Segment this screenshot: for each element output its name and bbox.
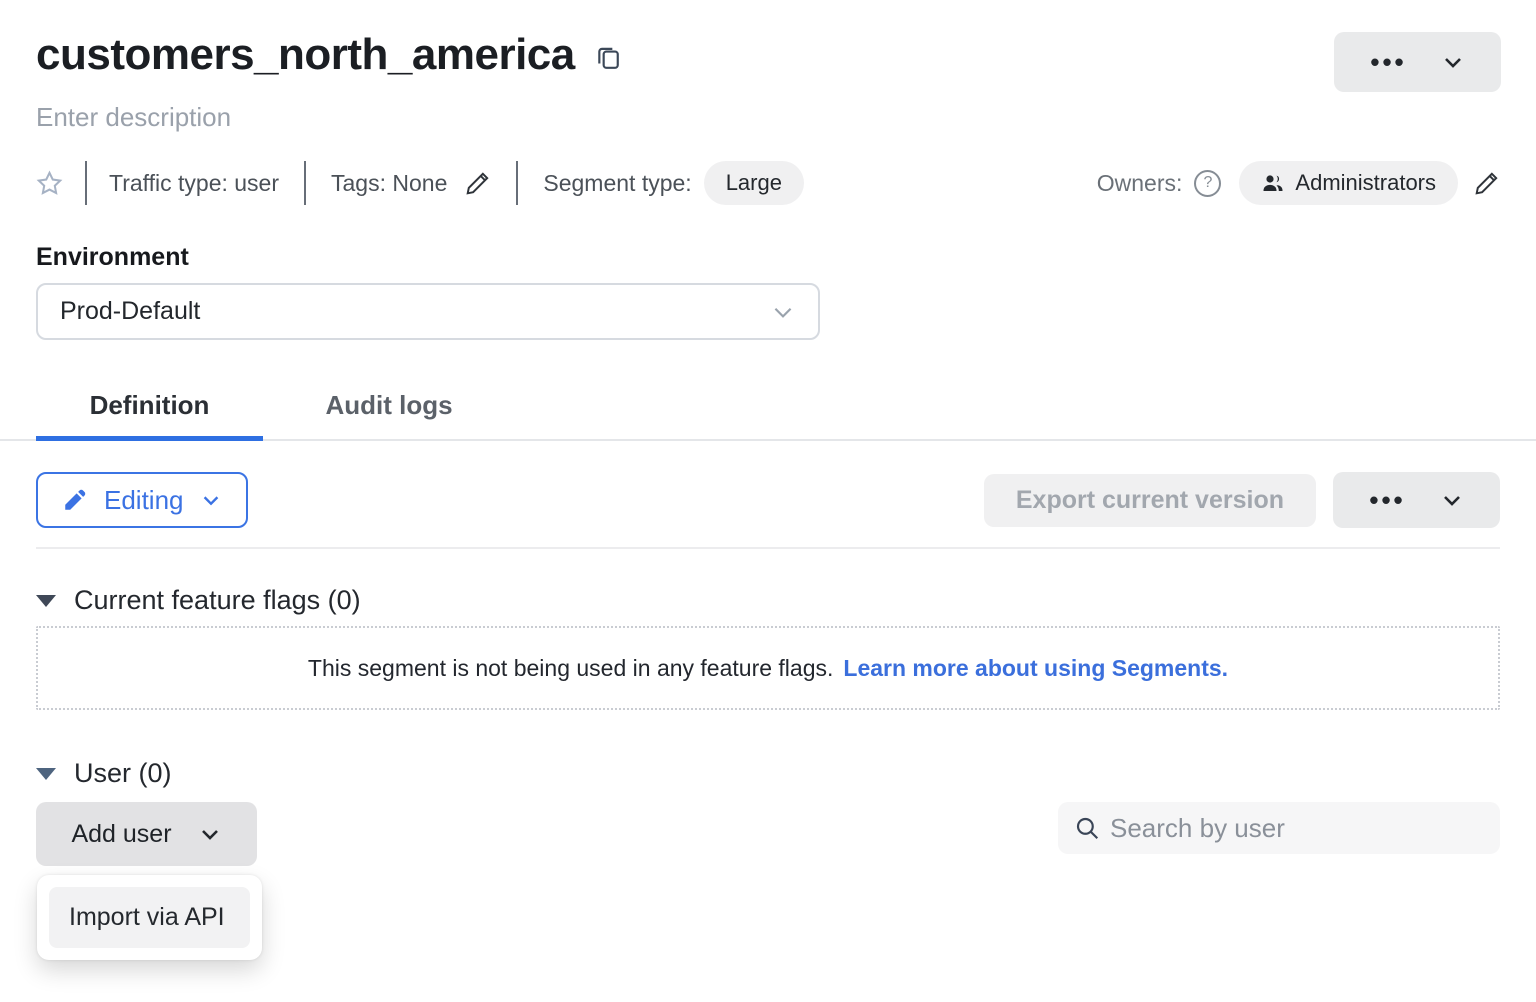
- edit-tags-icon[interactable]: [465, 170, 491, 196]
- user-section-title: User (0): [74, 758, 172, 789]
- feature-flags-empty-state: This segment is not being used in any fe…: [36, 626, 1500, 710]
- empty-state-text: This segment is not being used in any fe…: [308, 655, 833, 682]
- learn-more-link[interactable]: Learn more about using Segments.: [843, 655, 1228, 682]
- toolbar-divider: [36, 547, 1500, 549]
- copy-icon[interactable]: [595, 43, 621, 71]
- tags-label: Tags: None: [331, 170, 447, 197]
- owners-badge: Administrators: [1239, 161, 1458, 205]
- add-user-label: Add user: [71, 820, 171, 849]
- chevron-down-icon: [1441, 50, 1465, 74]
- page-title: customers_north_america: [36, 30, 575, 80]
- segment-type-label: Segment type:: [543, 170, 691, 197]
- export-current-version-button[interactable]: Export current version: [984, 474, 1316, 527]
- title-row: customers_north_america: [36, 0, 1500, 80]
- meta-divider: [516, 161, 518, 205]
- segment-type-badge: Large: [704, 161, 804, 205]
- menu-item-import-via-api[interactable]: Import via API: [49, 887, 250, 948]
- editing-label: Editing: [104, 485, 184, 516]
- edit-owners-icon[interactable]: [1474, 170, 1500, 196]
- environment-selected-value: Prod-Default: [60, 297, 200, 326]
- segment-detail-page: customers_north_america Enter descriptio…: [0, 0, 1536, 1002]
- owners-group: Owners: ? Administrators: [1097, 161, 1500, 205]
- toolbar: Editing Export current version •••: [36, 472, 1500, 528]
- user-controls-row: Add user: [36, 802, 1500, 866]
- traffic-type-label: Traffic type: user: [109, 170, 279, 197]
- environment-label: Environment: [36, 243, 1500, 272]
- chevron-down-icon: [770, 299, 796, 325]
- feature-flags-section-title: Current feature flags (0): [74, 585, 361, 616]
- chevron-down-icon: [200, 489, 222, 511]
- tab-definition[interactable]: Definition: [36, 378, 263, 439]
- search-icon: [1074, 815, 1100, 841]
- chevron-down-icon: [1440, 488, 1464, 512]
- header-more-button[interactable]: •••: [1334, 32, 1501, 92]
- ellipsis-icon: •••: [1370, 49, 1406, 75]
- collapse-caret-icon: [36, 768, 56, 780]
- collapse-caret-icon: [36, 595, 56, 607]
- owners-value: Administrators: [1295, 170, 1436, 196]
- description-placeholder[interactable]: Enter description: [36, 102, 1500, 133]
- add-user-button[interactable]: Add user: [36, 802, 257, 866]
- pencil-icon: [62, 487, 88, 513]
- owners-label: Owners:: [1097, 170, 1183, 197]
- add-user-dropdown-menu: Import via API: [37, 875, 262, 960]
- meta-divider: [304, 161, 306, 205]
- meta-row: Traffic type: user Tags: None Segment ty…: [36, 161, 1500, 205]
- meta-divider: [85, 161, 87, 205]
- environment-select[interactable]: Prod-Default: [36, 283, 820, 340]
- toolbar-more-button[interactable]: •••: [1333, 472, 1500, 528]
- ellipsis-icon: •••: [1369, 487, 1405, 513]
- star-icon[interactable]: [36, 170, 63, 197]
- search-by-user-input[interactable]: [1110, 813, 1484, 844]
- tab-audit-logs[interactable]: Audit logs: [320, 378, 458, 439]
- user-section-header[interactable]: User (0): [36, 758, 1500, 789]
- chevron-down-icon: [198, 822, 222, 846]
- editing-button[interactable]: Editing: [36, 472, 248, 528]
- tab-bar: Definition Audit logs: [0, 378, 1536, 441]
- toolbar-right: Export current version •••: [984, 472, 1500, 528]
- feature-flags-section-header[interactable]: Current feature flags (0): [36, 585, 1500, 616]
- user-search-box[interactable]: [1058, 802, 1500, 854]
- help-icon[interactable]: ?: [1194, 170, 1221, 197]
- people-icon: [1261, 171, 1285, 195]
